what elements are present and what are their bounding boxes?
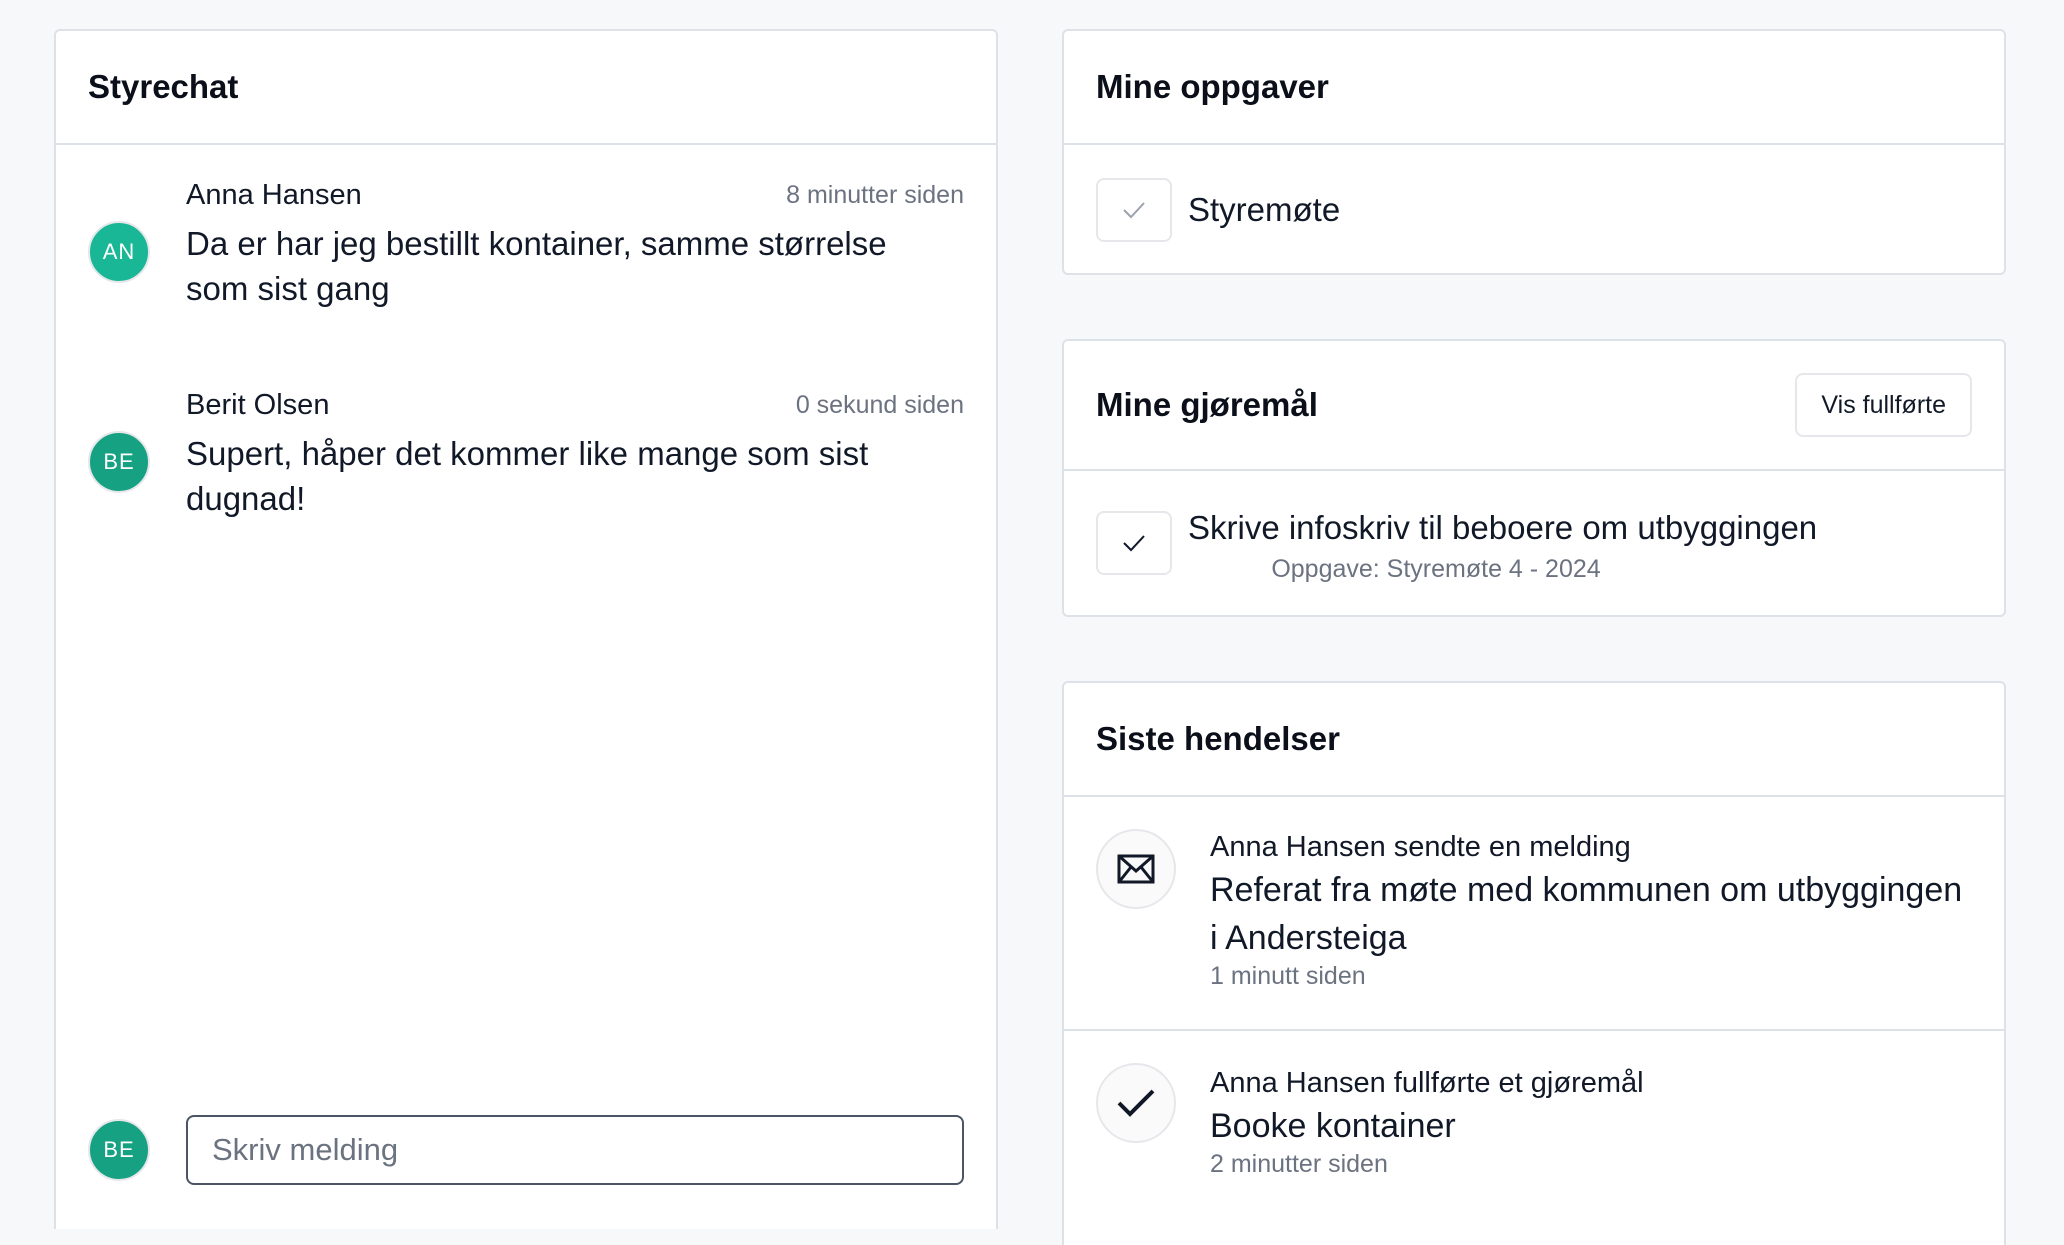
show-completed-button[interactable]: Vis fullførte — [1795, 373, 1972, 437]
events-title: Siste hendelser — [1096, 720, 1340, 757]
check-icon — [1117, 1089, 1155, 1117]
todos-panel: Mine gjøremål Vis fullførte Skrive infos… — [1062, 339, 2006, 617]
task-label: Styremøte — [1188, 191, 1341, 228]
chat-composer: BE — [88, 1115, 964, 1185]
message-input[interactable] — [186, 1115, 964, 1185]
message-text: Supert, håper det kommer like mange som … — [186, 435, 869, 517]
tasks-panel: Mine oppgaver Styremøte — [1062, 29, 2006, 275]
envelope-icon — [1117, 854, 1155, 884]
check-icon — [1123, 202, 1145, 219]
chat-title: Styrechat — [88, 68, 239, 105]
event-actor: Anna Hansen fullførte et gjøremål — [1210, 1067, 1644, 1099]
avatar: BE — [88, 1119, 150, 1181]
message-text: Da er har jeg bestillt kontainer, samme … — [186, 225, 887, 307]
task-checkbox[interactable] — [1096, 178, 1172, 242]
chat-header: Styrechat — [56, 31, 996, 145]
message-author: Anna Hansen — [186, 179, 362, 211]
message-time: 8 minutter siden — [786, 181, 964, 209]
chat-message: AN Anna Hansen 8 minutter siden Da er ha… — [88, 179, 964, 349]
task-item: Styremøte — [1064, 145, 2004, 273]
message-author: Berit Olsen — [186, 389, 330, 421]
message-time: 0 sekund siden — [795, 391, 964, 419]
todo-item: Skrive infoskriv til beboere om utbyggin… — [1064, 471, 2004, 615]
event-item[interactable]: Anna Hansen fullførte et gjøremål Booke … — [1064, 1031, 2004, 1231]
events-header: Siste hendelser — [1064, 683, 2004, 797]
event-item[interactable]: Anna Hansen sendte en melding Referat fr… — [1064, 797, 2004, 1031]
event-title: Booke kontainer — [1210, 1107, 1456, 1145]
todos-title: Mine gjøremål — [1096, 386, 1318, 423]
event-title: Referat fra møte med kommunen om utbyggi… — [1210, 871, 1963, 957]
event-icon-wrap — [1096, 829, 1176, 909]
tasks-header: Mine oppgaver — [1064, 31, 2004, 145]
todo-subtitle: Oppgave: Styremøte 4 - 2024 — [1271, 555, 1601, 583]
todo-checkbox[interactable] — [1096, 511, 1172, 575]
chat-message: BE Berit Olsen 0 sekund siden Supert, hå… — [88, 389, 964, 559]
chat-panel: Styrechat AN Anna Hansen 8 minutter side… — [54, 29, 998, 1229]
avatar[interactable]: AN — [88, 221, 150, 283]
event-icon-wrap — [1096, 1063, 1176, 1143]
event-content: Anna Hansen fullførte et gjøremål Booke … — [1210, 1067, 1964, 1179]
todo-label: Skrive infoskriv til beboere om utbyggin… — [1188, 509, 1818, 546]
event-actor: Anna Hansen sendte en melding — [1210, 831, 1631, 863]
event-time: 2 minutter siden — [1210, 1150, 1388, 1178]
tasks-title: Mine oppgaver — [1096, 68, 1329, 105]
avatar[interactable]: BE — [88, 431, 150, 493]
event-content: Anna Hansen sendte en melding Referat fr… — [1210, 831, 1964, 991]
todos-header: Mine gjøremål Vis fullførte — [1064, 341, 2004, 471]
check-icon — [1123, 535, 1145, 552]
events-panel: Siste hendelser Anna Hansen sendte en me… — [1062, 681, 2006, 1245]
event-time: 1 minutt siden — [1210, 962, 1366, 990]
